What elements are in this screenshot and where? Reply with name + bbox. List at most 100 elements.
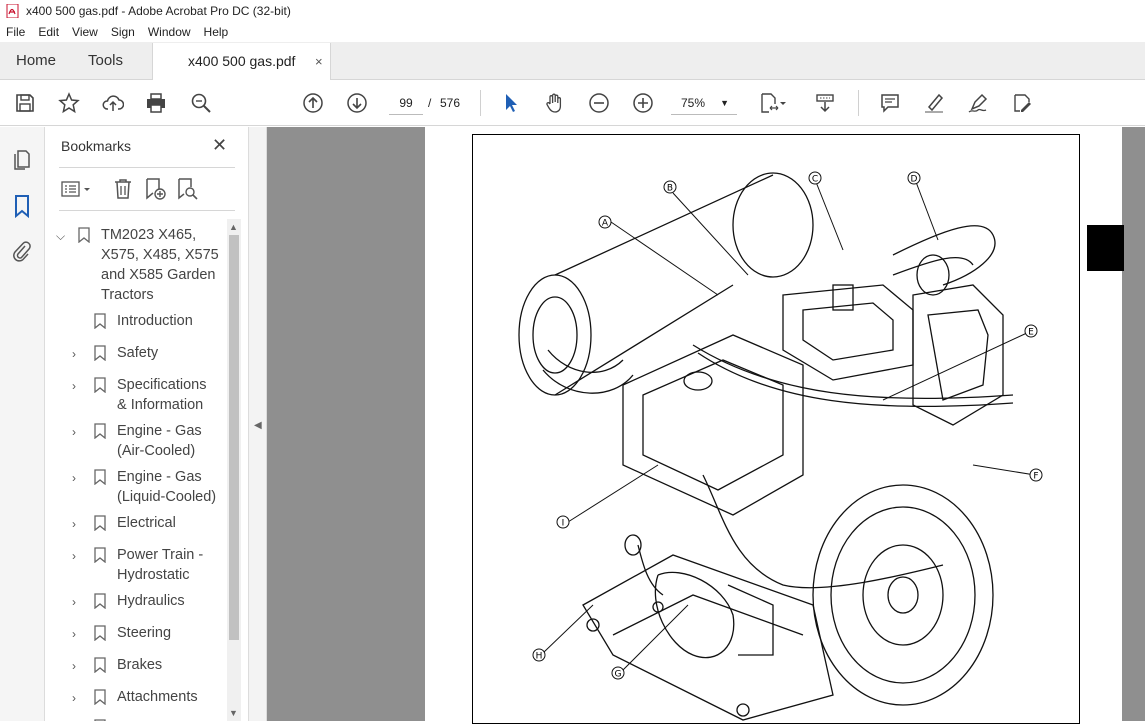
chevron-right-icon[interactable]: › (72, 546, 86, 566)
menu-file[interactable]: File (6, 25, 25, 39)
bookmark-item-specifications[interactable]: › Specifications & Information (72, 375, 227, 415)
menu-view[interactable]: View (72, 25, 98, 39)
bookmark-label: (Air-Cooled) (117, 443, 196, 459)
bookmark-icon (94, 689, 106, 705)
fill-sign-icon[interactable] (965, 90, 991, 116)
star-icon[interactable] (56, 90, 82, 116)
bookmark-icon (94, 313, 106, 329)
bookmark-icon (94, 377, 106, 393)
bookmark-item-introduction[interactable]: Introduction (72, 311, 227, 331)
leader-line-g (620, 604, 689, 673)
main-toolbar: 99 / 576 75% ▼ (0, 80, 1145, 126)
bookmark-item-brakes[interactable]: › Brakes (72, 655, 227, 675)
chevron-right-icon[interactable]: › (72, 376, 86, 396)
zoom-level-select[interactable]: 75% ▼ (671, 91, 737, 115)
find-bookmark-icon[interactable] (175, 177, 199, 201)
upload-cloud-icon[interactable] (100, 90, 126, 116)
tab-tools[interactable]: Tools (88, 42, 123, 80)
close-icon[interactable]: ✕ (212, 135, 227, 156)
bookmark-item-partial[interactable] (72, 717, 227, 721)
panel-splitter[interactable]: ◀ (248, 127, 267, 721)
bookmarks-scrollbar[interactable]: ▲ ▼ (227, 219, 241, 721)
hand-tool-icon[interactable] (542, 90, 568, 116)
section-thumb-tab-marker (1087, 225, 1124, 271)
highlight-pen-icon[interactable] (921, 90, 947, 116)
zoom-out-icon[interactable] (586, 90, 612, 116)
bookmark-label: Attachments (117, 689, 198, 705)
tab-home[interactable]: Home (16, 42, 56, 80)
chevron-right-icon[interactable]: › (72, 656, 86, 676)
bookmark-item-engine-air-cooled[interactable]: › Engine - Gas (Air-Cooled) (72, 421, 227, 461)
callout-h-label: H (536, 652, 543, 662)
bookmark-icon (94, 657, 106, 673)
bookmark-label: Tractors (101, 287, 154, 303)
tab-document[interactable]: x400 500 gas.pdf × (152, 43, 331, 80)
engine-figure: A B C D E F G H I (472, 134, 1080, 724)
chevron-right-icon[interactable]: › (72, 514, 86, 534)
menu-sign[interactable]: Sign (111, 25, 135, 39)
next-page-icon[interactable] (344, 90, 370, 116)
callout-d-label: D (911, 175, 918, 185)
comment-icon[interactable] (877, 90, 903, 116)
chevron-right-icon[interactable]: › (72, 688, 86, 708)
page-thumbnails-icon[interactable] (10, 147, 34, 171)
bookmark-icon (94, 547, 106, 563)
scroll-up-arrow-icon[interactable]: ▲ (229, 222, 238, 232)
leader-line-b (672, 192, 749, 276)
callout-f-label: F (1033, 472, 1038, 482)
chevron-down-icon: ▼ (720, 98, 729, 108)
chevron-right-icon[interactable]: › (72, 344, 86, 364)
scrollbar-thumb[interactable] (229, 235, 239, 640)
bookmark-item-electrical[interactable]: › Electrical (72, 513, 227, 533)
bookmark-panel-icon[interactable] (10, 194, 34, 219)
bookmark-item-tm2023[interactable]: ⌵ TM2023 X465, X575, X485, X575 and X585… (56, 225, 226, 309)
new-bookmark-icon[interactable] (143, 177, 167, 201)
chevron-down-icon[interactable] (776, 90, 790, 116)
chevron-right-icon[interactable]: › (72, 592, 86, 612)
bookmark-label: & Information (117, 397, 204, 413)
bookmark-label: (Liquid-Cooled) (117, 489, 217, 505)
toolbar-divider (480, 90, 481, 116)
bookmark-item-safety[interactable]: › Safety (72, 343, 227, 363)
save-icon[interactable] (12, 90, 38, 116)
attachments-paperclip-icon[interactable] (10, 240, 34, 264)
callout-h: H (532, 648, 546, 662)
engine-line-drawing: A B C D E F G H I (518, 171, 1043, 721)
menu-help[interactable]: Help (204, 25, 229, 39)
chevron-right-icon[interactable]: › (72, 468, 86, 488)
bookmark-label: Steering (117, 625, 172, 641)
bookmarks-panel: Bookmarks ✕ ⌵ TM2023 X465, X575, X485, X… (46, 127, 248, 721)
bookmark-icon (94, 345, 106, 361)
zoom-in-icon[interactable] (630, 90, 656, 116)
chevron-right-icon[interactable]: › (72, 422, 86, 442)
edit-pdf-icon[interactable] (1009, 90, 1035, 116)
select-cursor-icon[interactable] (498, 90, 524, 116)
divider (59, 167, 235, 168)
delete-bookmark-icon[interactable] (111, 177, 135, 201)
muffler-end (518, 274, 592, 396)
print-icon[interactable] (143, 90, 169, 116)
callout-g-label: G (615, 670, 622, 680)
bookmark-item-power-train[interactable]: › Power Train - Hydrostatic (72, 545, 227, 585)
callout-i-label: I (562, 519, 565, 529)
chevron-down-icon[interactable]: ⌵ (56, 226, 70, 246)
bookmark-item-steering[interactable]: › Steering (72, 623, 227, 643)
scroll-down-arrow-icon[interactable]: ▼ (229, 708, 238, 718)
callout-g: G (611, 666, 625, 680)
page-number-input[interactable]: 99 (389, 91, 423, 115)
menu-window[interactable]: Window (148, 25, 191, 39)
bookmark-item-attachments[interactable]: › Attachments (72, 687, 227, 707)
chevron-right-icon[interactable]: › (72, 624, 86, 644)
document-viewport[interactable]: A B C D E F G H I (267, 127, 1145, 724)
search-zoom-icon[interactable] (188, 90, 214, 116)
bookmark-options-icon[interactable] (61, 177, 95, 201)
previous-page-icon[interactable] (300, 90, 326, 116)
scroll-mode-icon[interactable] (812, 90, 838, 116)
bookmark-item-engine-liquid-cooled[interactable]: › Engine - Gas (Liquid-Cooled) (72, 467, 227, 507)
callout-b: B (663, 180, 677, 194)
menu-edit[interactable]: Edit (38, 25, 59, 39)
bookmark-item-hydraulics[interactable]: › Hydraulics (72, 591, 227, 611)
tab-close-icon[interactable]: × (315, 43, 323, 80)
callout-a-label: A (602, 219, 609, 229)
collapse-panel-arrow-icon[interactable]: ◀ (254, 420, 262, 431)
